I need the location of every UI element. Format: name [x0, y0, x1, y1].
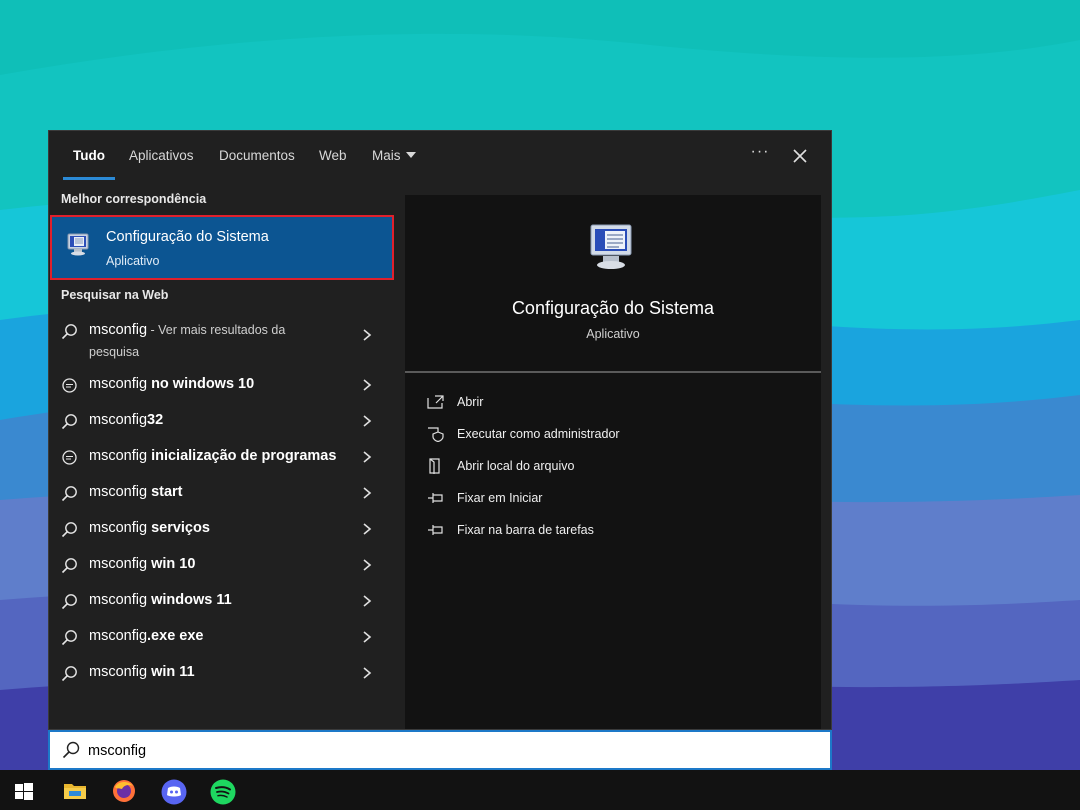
file-explorer[interactable] — [50, 774, 98, 810]
chevron-right-icon[interactable] — [361, 378, 373, 392]
close-icon[interactable] — [789, 145, 811, 167]
chevron-right-icon[interactable] — [361, 630, 373, 644]
chevron-right-icon[interactable] — [361, 486, 373, 500]
firefox[interactable] — [99, 774, 147, 810]
chevron-right-icon[interactable] — [361, 522, 373, 536]
chevron-right-icon[interactable] — [361, 414, 373, 428]
spotify[interactable] — [197, 774, 245, 810]
web-result-text: msconfig start — [89, 484, 183, 500]
web-result[interactable]: msconfig start — [49, 475, 393, 511]
action-label: Fixar na barra de tarefas — [457, 523, 594, 537]
web-result-text: msconfig windows 11 — [89, 592, 232, 608]
start-button[interactable] — [0, 774, 48, 810]
search-icon — [61, 666, 77, 682]
search-tabs: Tudo Aplicativos Documentos Web Mais ··· — [49, 131, 831, 183]
best-match-label: Melhor correspondência — [61, 192, 207, 206]
search-icon — [62, 741, 80, 759]
web-result[interactable]: msconfig32 — [49, 403, 393, 439]
shield-icon — [428, 427, 444, 442]
windows-logo-icon — [15, 783, 33, 800]
web-result[interactable]: msconfig inicialização de programas — [49, 439, 393, 475]
firefox-icon — [113, 780, 135, 802]
chat-search-icon — [62, 378, 77, 393]
web-result-text: msconfig32 — [89, 412, 164, 428]
web-result[interactable]: msconfig no windows 10 — [49, 367, 393, 403]
web-result[interactable]: msconfig serviços — [49, 511, 393, 547]
folder-icon — [64, 784, 86, 799]
ellipsis-icon[interactable]: ··· — [749, 143, 771, 165]
file-location-icon — [429, 458, 440, 474]
search-input[interactable] — [88, 738, 788, 764]
search-icon — [61, 630, 77, 646]
action-label: Abrir local do arquivo — [457, 459, 575, 473]
tab-apps[interactable]: Aplicativos — [129, 148, 194, 163]
preview-title: Configuração do Sistema — [511, 298, 715, 318]
search-icon — [61, 594, 77, 610]
chevron-right-icon[interactable] — [361, 328, 373, 342]
web-result-text: msconfig win 11 — [89, 664, 195, 680]
chevron-right-icon[interactable] — [361, 666, 373, 680]
search-icon — [61, 522, 77, 538]
web-result[interactable]: msconfig win 11 — [49, 655, 393, 691]
preview-divider — [405, 371, 821, 373]
chevron-right-icon[interactable] — [361, 558, 373, 572]
search-icon — [61, 324, 77, 340]
tab-documents[interactable]: Documentos — [219, 148, 295, 163]
web-result[interactable]: msconfig - Ver mais resultados da pesquis… — [49, 313, 393, 363]
action-label: Abrir — [457, 395, 484, 409]
chat-search-icon — [62, 450, 77, 465]
best-match-subtitle: Aplicativo — [106, 254, 160, 268]
action-label: Fixar em Iniciar — [457, 491, 543, 505]
web-result-text: msconfig inicialização de programas — [89, 448, 337, 464]
taskbar — [0, 770, 1080, 810]
search-panel: Tudo Aplicativos Documentos Web Mais ···… — [48, 130, 832, 730]
web-result[interactable]: msconfig.exe exe — [49, 619, 393, 655]
search-box[interactable] — [48, 730, 832, 770]
chevron-right-icon[interactable] — [361, 450, 373, 464]
search-icon — [61, 486, 77, 502]
system-configuration-icon — [590, 224, 632, 269]
discord-icon — [161, 779, 187, 805]
web-result-text: msconfig win 10 — [89, 556, 196, 572]
tab-more-label: Mais — [372, 148, 401, 163]
web-result-text: msconfig no windows 10 — [89, 376, 255, 392]
web-result[interactable]: msconfig win 10 — [49, 547, 393, 583]
search-icon — [61, 558, 77, 574]
preview-pane: Configuração do Sistema Aplicativo Abrir… — [405, 195, 821, 729]
search-icon — [61, 414, 77, 430]
best-match-item[interactable]: Configuração do Sistema Aplicativo — [50, 215, 394, 280]
web-result-text: msconfig serviços — [89, 520, 210, 536]
action-label: Executar como administrador — [457, 427, 620, 441]
web-result-text: msconfig.exe exe — [89, 628, 204, 644]
active-tab-indicator — [63, 177, 115, 180]
web-search-label: Pesquisar na Web — [61, 288, 169, 302]
system-configuration-icon — [67, 233, 89, 256]
chevron-down-icon — [405, 152, 416, 158]
tab-all[interactable]: Tudo — [73, 148, 105, 163]
web-result-text: msconfig - Ver mais resultados da pesquis… — [89, 322, 286, 359]
tab-web[interactable]: Web — [319, 148, 347, 163]
pin-icon — [428, 525, 443, 535]
open-icon — [427, 395, 444, 409]
best-match-title: Configuração do Sistema — [106, 229, 269, 245]
preview-subtitle: Aplicativo — [586, 327, 640, 341]
pin-icon — [428, 493, 443, 503]
chevron-right-icon[interactable] — [361, 594, 373, 608]
spotify-icon — [210, 779, 236, 805]
discord[interactable] — [148, 774, 196, 810]
tab-more[interactable]: Mais — [372, 148, 416, 163]
web-result[interactable]: msconfig windows 11 — [49, 583, 393, 619]
